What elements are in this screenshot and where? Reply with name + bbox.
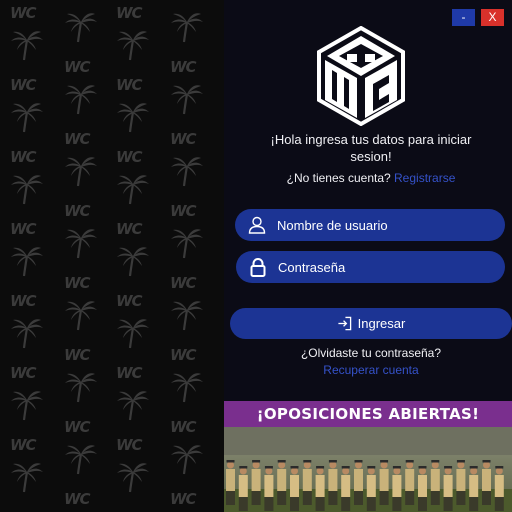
pattern-wc-text: WC	[116, 76, 143, 94]
pattern-wc-text: WC	[170, 346, 197, 364]
palm-tree-icon	[11, 319, 43, 349]
user-icon	[248, 216, 266, 234]
palm-tree-icon	[11, 175, 43, 205]
palm-tree-icon	[117, 175, 149, 205]
palm-tree-icon	[117, 391, 149, 421]
sign-in-icon	[338, 316, 351, 331]
officers-photo	[224, 427, 512, 512]
palm-tree-icon	[65, 157, 97, 187]
pattern-wc-text: WC	[64, 58, 91, 76]
pattern-wc-text: WC	[10, 436, 37, 454]
close-button[interactable]: X	[481, 9, 504, 26]
palm-tree-icon	[11, 463, 43, 493]
pattern-wc-text: WC	[170, 58, 197, 76]
pattern-wc-text: WC	[10, 76, 37, 94]
palm-tree-icon	[11, 103, 43, 133]
palm-tree-icon	[117, 463, 149, 493]
pattern-wc-text: WC	[170, 274, 197, 292]
pattern-wc-text: WC	[116, 436, 143, 454]
pattern-wc-text: WC	[64, 202, 91, 220]
username-input[interactable]	[277, 217, 477, 233]
palm-tree-icon	[171, 13, 203, 43]
pattern-wc-text: WC	[10, 220, 37, 238]
pattern-wc-text: WC	[10, 364, 37, 382]
greeting-text: ¡Hola ingresa tus datos para iniciar ses…	[270, 132, 472, 164]
palm-tree-icon	[65, 373, 97, 403]
palm-tree-icon	[117, 31, 149, 61]
palm-tree-icon	[11, 391, 43, 421]
forgot-password-text: ¿Olvidaste tu contraseña?	[300, 346, 442, 360]
login-button-label: Ingresar	[357, 316, 406, 331]
palm-tree-icon	[171, 301, 203, 331]
password-input[interactable]	[278, 259, 478, 275]
palm-tree-icon	[11, 247, 43, 277]
pattern-wc-text: WC	[170, 490, 197, 508]
pattern-wc-text: WC	[116, 4, 143, 22]
palm-tree-icon	[65, 85, 97, 115]
pattern-wc-text: WC	[64, 418, 91, 436]
signup-prompt: ¿No tienes cuenta? Registrarse	[224, 171, 512, 185]
palm-tree-icon	[171, 373, 203, 403]
pattern-wc-text: WC	[116, 364, 143, 382]
pattern-wc-text: WC	[170, 130, 197, 148]
palm-tree-icon	[117, 247, 149, 277]
pattern-wc-text: WC	[10, 292, 37, 310]
palm-tree-icon	[117, 319, 149, 349]
pattern-wc-text: WC	[170, 418, 197, 436]
palm-tree-icon	[11, 31, 43, 61]
minimize-button[interactable]: -	[452, 9, 475, 26]
pattern-wc-text: WC	[170, 202, 197, 220]
recruitment-banner: ¡OPOSICIONES ABIERTAS!	[224, 401, 512, 512]
palm-tree-icon	[171, 445, 203, 475]
palm-tree-icon	[171, 85, 203, 115]
palm-tree-icon	[171, 229, 203, 259]
pattern-wc-text: WC	[116, 148, 143, 166]
pattern-wc-text: WC	[116, 292, 143, 310]
banner-title: ¡OPOSICIONES ABIERTAS!	[224, 401, 512, 427]
pattern-wc-text: WC	[116, 220, 143, 238]
background-pattern: WC WC WC WC WC WC WC WC WC WC WC WC WC WC WC WC WC WC WC WC…	[0, 0, 224, 512]
recover-account-link[interactable]: Recuperar cuenta	[224, 363, 512, 377]
wc-logo: WC	[317, 26, 405, 126]
username-field[interactable]	[235, 209, 505, 241]
login-button[interactable]: Ingresar	[230, 308, 512, 339]
pattern-wc-text: WC	[10, 4, 37, 22]
pattern-wc-text: WC	[64, 274, 91, 292]
palm-tree-icon	[65, 229, 97, 259]
palm-tree-icon	[65, 445, 97, 475]
login-panel: - X WC ¡Hola ingresa tus datos para inic…	[224, 0, 512, 512]
register-link[interactable]: Registrarse	[394, 171, 455, 185]
pattern-wc-text: WC	[64, 490, 91, 508]
palm-tree-icon	[171, 157, 203, 187]
lock-icon	[250, 258, 266, 277]
pattern-wc-text: WC	[64, 346, 91, 364]
palm-tree-icon	[65, 301, 97, 331]
pattern-wc-text: WC	[10, 148, 37, 166]
palm-tree-icon	[117, 103, 149, 133]
password-field[interactable]	[236, 251, 505, 283]
pattern-wc-text: WC	[64, 130, 91, 148]
palm-tree-icon	[65, 13, 97, 43]
no-account-text: ¿No tienes cuenta?	[286, 171, 391, 185]
